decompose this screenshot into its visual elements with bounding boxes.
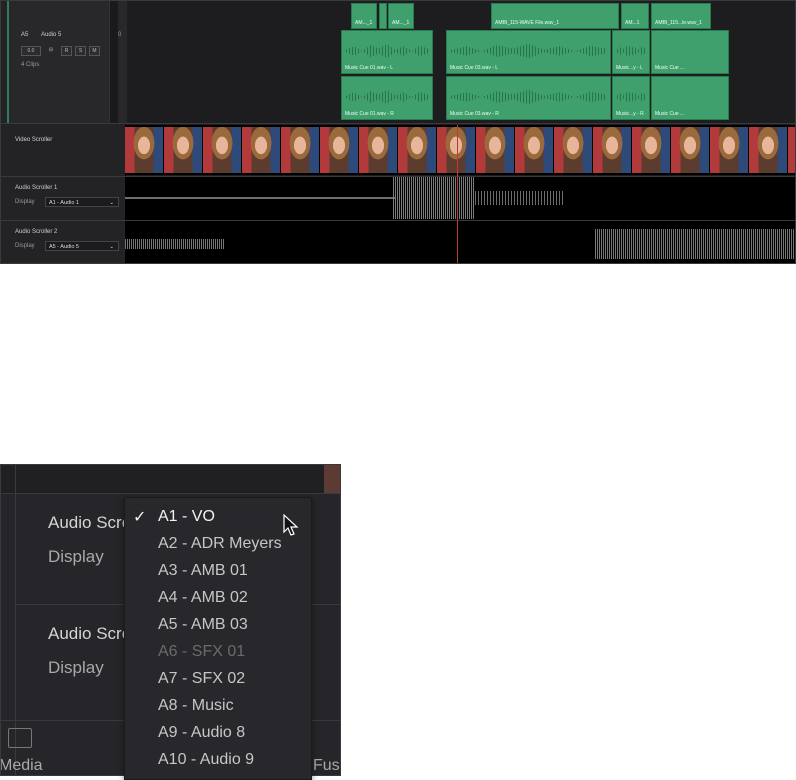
media-tab-label[interactable]: Media — [1, 757, 43, 775]
audio-scroller-1-label: Audio Scroller 1 — [15, 185, 58, 191]
timeline-panel: A5 Audio 5 2.0 0.0 ⊟ R S M 4 Clips AM...… — [0, 0, 796, 264]
media-icon[interactable] — [8, 728, 32, 748]
menu-item-a6: A6 - SFX 01 — [158, 643, 246, 660]
video-thumbnail — [320, 127, 358, 173]
audio-meter — [109, 1, 118, 123]
mute-button[interactable]: M — [89, 46, 100, 56]
video-thumbnail — [749, 127, 787, 173]
audio-scroller-2-select[interactable]: A5 - Audio 5 ⌄ — [45, 241, 119, 251]
divider — [1, 123, 795, 124]
record-button[interactable]: R — [61, 46, 72, 56]
video-thumbnail — [554, 127, 592, 173]
track-select-dropdown[interactable]: ✓ A1 - VO A2 - ADR Meyers A3 - AMB 01 A4 … — [124, 497, 312, 780]
solo-button[interactable]: S — [75, 46, 86, 56]
audio-scroller-2-label: Audio Scroller 2 — [15, 229, 58, 235]
fusion-tab-label[interactable]: Fusi — [313, 757, 340, 775]
clip[interactable]: AM...1 — [621, 3, 649, 29]
video-thumbnail — [710, 127, 748, 173]
video-thumbnail — [164, 127, 202, 173]
clip[interactable]: AM..._1 — [388, 3, 414, 29]
video-thumbnail — [671, 127, 709, 173]
audio-scroller-2-label-zoomed: Audio Scro — [48, 624, 132, 643]
track-name[interactable]: Audio 5 — [41, 32, 61, 38]
menu-item-a8[interactable]: A8 - Music — [125, 694, 311, 718]
clip[interactable]: Music Cue 03.wav - R — [446, 76, 611, 120]
clip[interactable]: Music Cue 01.wav - R — [341, 76, 433, 120]
menu-item-a4[interactable]: A4 - AMB 02 — [125, 586, 311, 610]
display-label-2-zoomed: Display — [48, 658, 104, 677]
video-thumbnail — [359, 127, 397, 173]
menu-item-a9[interactable]: A9 - Audio 8 — [125, 721, 311, 745]
menu-item-a7[interactable]: A7 - SFX 02 — [125, 667, 311, 691]
clip[interactable]: Music Cue 01.wav - L — [341, 30, 433, 74]
clip[interactable]: AM..._1 — [351, 3, 377, 29]
clip[interactable]: AMBI_115-WAVE File.wav_1 — [491, 3, 619, 29]
clip[interactable]: Music...y - L — [612, 30, 650, 74]
video-thumbnail — [242, 127, 280, 173]
video-thumbnail — [437, 127, 475, 173]
audio-scroller-1-display-label: Display — [15, 199, 35, 205]
audio-scroller-1-waveform[interactable] — [125, 177, 795, 221]
audio-scroller-2-waveform[interactable] — [125, 221, 795, 263]
clip[interactable]: Music Cue ... — [651, 30, 729, 74]
video-thumbnail — [788, 127, 795, 173]
audio-scroller-1-label-zoomed: Audio Scro — [48, 513, 132, 532]
menu-item-a10[interactable]: A10 - Audio 9 — [125, 748, 311, 772]
audio-scroller-2-display-label: Display — [15, 243, 35, 249]
video-thumbnail — [593, 127, 631, 173]
mouse-cursor-icon — [283, 514, 299, 536]
video-thumbnail — [125, 127, 163, 173]
video-thumbnail — [632, 127, 670, 173]
clip[interactable]: Music Cue ... — [651, 76, 729, 120]
video-scroller[interactable] — [125, 125, 795, 175]
playhead[interactable] — [457, 125, 458, 263]
clip[interactable]: Music...y - R — [612, 76, 650, 120]
track-id: A5 — [21, 32, 29, 38]
video-thumbnail — [398, 127, 436, 173]
checkmark-icon: ✓ — [133, 509, 147, 526]
audio-scroller-1-select[interactable]: A1 - Audio 1 ⌄ — [45, 197, 119, 207]
video-thumbnail — [203, 127, 241, 173]
display-label-1-zoomed: Display — [48, 547, 104, 566]
clip-count: 4 Clips — [21, 62, 40, 68]
chevron-down-icon: ⌄ — [109, 244, 114, 250]
clip[interactable] — [379, 3, 387, 29]
video-thumbnail — [476, 127, 514, 173]
menu-item-a3[interactable]: A3 - AMB 01 — [125, 559, 311, 583]
clip[interactable]: AMBI_115...le.wav_1 — [651, 3, 711, 29]
video-thumbnail — [281, 127, 319, 173]
link-icon[interactable]: ⊟ — [47, 46, 55, 54]
video-thumbnail — [515, 127, 553, 173]
chevron-down-icon: ⌄ — [109, 200, 114, 206]
clip[interactable]: Music Cue 03.wav - L — [446, 30, 611, 74]
menu-item-a5[interactable]: A5 - AMB 03 — [125, 613, 311, 637]
video-scroller-label: Video Scroller — [15, 137, 53, 143]
track-level[interactable]: 0.0 — [21, 46, 41, 56]
